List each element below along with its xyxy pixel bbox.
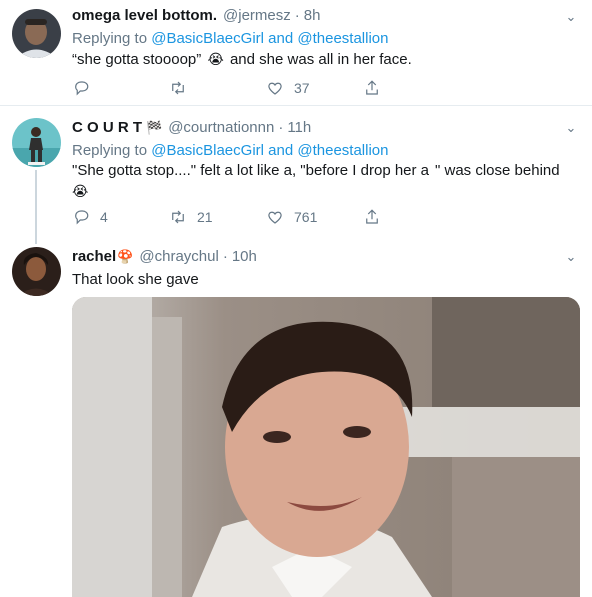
mushroom-icon: 🍄 — [117, 249, 134, 264]
retweet-button[interactable]: 21 — [169, 208, 266, 226]
replying-to: Replying to @BasicBlaecGirl and @theesta… — [72, 142, 580, 159]
handle[interactable]: @courtnationnn — [168, 119, 274, 136]
reply-count: 4 — [100, 209, 108, 225]
replying-and[interactable]: and — [264, 30, 297, 47]
replying-prefix: Replying to — [72, 30, 152, 47]
like-count: 761 — [294, 209, 318, 225]
mention-link[interactable]: @theestallion — [297, 142, 388, 159]
heart-icon — [268, 82, 282, 95]
display-name[interactable]: omega level bottom. — [72, 7, 217, 24]
replying-prefix: Replying to — [72, 142, 152, 159]
like-button[interactable]: 37 — [266, 79, 363, 97]
mention-link[interactable]: @BasicBlaecGirl — [151, 30, 264, 47]
retweet-icon — [172, 81, 184, 95]
thread-line — [35, 170, 37, 244]
replying-and[interactable]: and — [264, 142, 297, 159]
tweet-text: "She gotta stop...." felt a lot like a, … — [72, 161, 580, 202]
reply-icon — [75, 81, 89, 96]
timestamp[interactable]: 8h — [304, 7, 321, 24]
tweet-gif-media[interactable] — [72, 297, 580, 597]
tweet-text-part: and she was all in her face. — [229, 51, 412, 68]
handle[interactable]: @chraychul — [139, 248, 218, 265]
share-icon — [366, 80, 378, 95]
separator-dot: · — [222, 248, 228, 265]
reply-icon — [75, 210, 89, 225]
timestamp[interactable]: 11h — [287, 119, 311, 136]
share-button[interactable] — [363, 79, 460, 97]
chevron-down-icon[interactable]: ⌄ — [564, 250, 578, 264]
tweet-text-part: “she gotta stoooop” — [72, 51, 202, 68]
tweet-2[interactable]: C O U R T 🏁 @courtnationnn · 11h Replyin… — [0, 107, 592, 244]
gif-frame-image — [72, 297, 580, 597]
avatar[interactable] — [12, 9, 61, 58]
handle[interactable]: @jermesz — [223, 7, 291, 24]
tweet-text-part: "She gotta stop...." felt a lot like a, … — [72, 162, 560, 179]
display-name[interactable]: rachel — [72, 248, 116, 265]
share-icon — [366, 209, 378, 224]
chevron-down-icon[interactable]: ⌄ — [564, 10, 578, 24]
crying-emoji-icon: 😭 — [207, 51, 224, 67]
avatar[interactable] — [12, 247, 61, 296]
tweet-text: That look she gave — [72, 271, 199, 288]
mention-link[interactable]: @theestallion — [297, 30, 388, 47]
timestamp[interactable]: 10h — [232, 248, 257, 265]
share-button[interactable] — [363, 208, 460, 226]
tweet-3[interactable]: rachel 🍄 @chraychul · 10h That look she … — [0, 234, 592, 597]
like-button[interactable]: 761 — [266, 208, 363, 226]
like-count: 37 — [294, 80, 310, 96]
separator-dot: · — [278, 119, 284, 136]
reply-button[interactable]: 4 — [72, 208, 169, 226]
replying-to: Replying to @BasicBlaecGirl and @theesta… — [72, 30, 580, 47]
mention-link[interactable]: @BasicBlaecGirl — [151, 142, 264, 159]
display-name[interactable]: C O U R T — [72, 119, 142, 136]
heart-icon — [268, 211, 282, 224]
separator-dot: · — [294, 7, 300, 24]
chevron-down-icon[interactable]: ⌄ — [564, 121, 578, 135]
crying-emoji-icon: 😭 — [72, 183, 89, 199]
reply-button[interactable] — [72, 79, 169, 97]
retweet-button[interactable] — [169, 79, 266, 97]
tweet-1[interactable]: omega level bottom. @jermesz · 8h Replyi… — [0, 0, 592, 106]
retweet-count: 21 — [197, 209, 213, 225]
tweet-text: “she gotta stoooop” 😭 and she was all in… — [72, 49, 580, 70]
avatar[interactable] — [12, 118, 61, 167]
retweet-icon — [172, 210, 184, 224]
checkered-flag-icon: 🏁 — [146, 120, 163, 135]
